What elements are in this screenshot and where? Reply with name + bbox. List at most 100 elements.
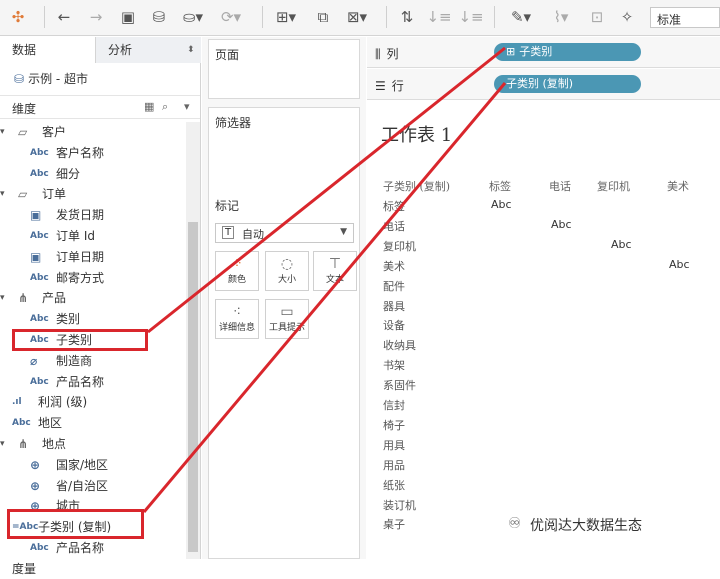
field-label: 客户 (42, 125, 67, 139)
new-sheet-icon[interactable]: ⊞▾ (272, 6, 300, 28)
chevron-down-icon[interactable]: ▾ (0, 434, 5, 454)
rows-pill[interactable]: 子类别 (复制) (494, 75, 641, 93)
datasource-icon: ⛁ (14, 72, 25, 86)
row-header[interactable]: 椅子 (383, 417, 405, 433)
rows-shelf-label: ☰ 行 (375, 77, 404, 94)
datasource-item[interactable]: ⛁ 示例 - 超市 (14, 70, 88, 87)
size-button[interactable]: ◌ 大小 (265, 251, 309, 291)
column-header[interactable]: 标签 (489, 178, 511, 194)
highlight-box-subcategory (12, 329, 148, 351)
row-header[interactable]: 书架 (383, 357, 405, 373)
row-header[interactable]: 用具 (383, 437, 405, 453)
row-header[interactable]: 用品 (383, 457, 405, 473)
dimensions-header: 维度 ▦ ⌕ ▾ (0, 95, 200, 119)
refresh-icon[interactable]: ⟳▾ (216, 6, 246, 28)
expand-icon: ⊞ (506, 45, 516, 58)
columns-shelf-label: ⫼ 列 (375, 45, 399, 62)
abc-icon: Abc (30, 314, 49, 325)
toolbar: ✣ ← → ▣ ⛁ ⛀▾ ⟳▾ ⊞▾ ⧉ ⊠▾ ⇅ ↓≡ ↓≡ ✎▾ ⌇▾ ⊡ … (0, 0, 720, 36)
data-pane-scrollbar[interactable] (186, 122, 200, 559)
pause-icon[interactable]: ⛀▾ (180, 6, 206, 28)
save-icon[interactable]: ▣ (118, 6, 138, 28)
columns-pill[interactable]: ⊞ 子类别 (494, 43, 641, 61)
field-label: 订单 (42, 187, 67, 202)
abc-icon: Abc (30, 168, 49, 179)
scrollbar-thumb[interactable] (188, 222, 198, 552)
tooltip-button[interactable]: ▭ 工具提示 (265, 299, 309, 339)
highlight-icon[interactable]: ✎▾ (506, 6, 536, 28)
field-label: 产品名称 (56, 374, 105, 389)
row-header[interactable]: 美术 (383, 258, 405, 274)
detail-button[interactable]: ⁖ 详细信息 (215, 299, 259, 339)
field-label: 订单日期 (56, 249, 105, 264)
search-icon[interactable]: ⌕ (162, 100, 168, 114)
columns-icon: ⫼ (375, 47, 381, 61)
bin-icon: .ıl (12, 397, 22, 408)
text-button[interactable]: ⊤ 文本 (313, 251, 357, 291)
row-header[interactable]: 标签 (383, 198, 405, 214)
table-cell[interactable]: Abc (551, 218, 572, 231)
duplicate-icon[interactable]: ⧉ (312, 6, 334, 28)
text-icon: ⊤ (328, 256, 342, 272)
abc-icon: Abc (30, 376, 49, 387)
row-header[interactable]: 系固件 (383, 377, 416, 393)
abc-icon: Abc (30, 272, 49, 283)
pin-icon[interactable]: ✧ (616, 6, 638, 28)
dimensions-menu-icon[interactable]: ▾ (184, 100, 190, 113)
sort-asc-icon[interactable]: ↓≡ (426, 6, 451, 28)
column-header[interactable]: 电话 (549, 178, 571, 194)
row-header[interactable]: 纸张 (383, 477, 405, 493)
field-label: 邮寄方式 (56, 270, 105, 285)
rows-shelf[interactable]: ☰ 行 子类别 (复制) (367, 69, 720, 100)
row-header[interactable]: 设备 (383, 317, 405, 333)
column-header[interactable]: 美术 (667, 178, 689, 194)
table-cell[interactable]: Abc (491, 198, 512, 211)
view-toggle-icon[interactable]: ▦ (144, 100, 154, 113)
clear-icon[interactable]: ⊠▾ (342, 6, 372, 28)
mark-type-select[interactable]: T 自动 ▼ (215, 223, 354, 243)
marks-card: 标记 T 自动 ▼ ⁘ 颜色 ◌ 大小 ⊤ 文本 ⁖ 详细信息 ▭ 工具提示 (208, 187, 360, 559)
new-datasource-icon[interactable]: ⛁ (148, 6, 170, 28)
row-header[interactable]: 装订机 (383, 497, 416, 513)
row-header[interactable]: 信封 (383, 397, 405, 413)
field-label: 产品 (42, 291, 67, 306)
tab-menu-icon[interactable]: ⬍ (187, 37, 195, 63)
color-button[interactable]: ⁘ 颜色 (215, 251, 259, 291)
row-header[interactable]: 器具 (383, 298, 405, 314)
rows-field-header[interactable]: 子类别 (复制) (383, 178, 450, 194)
table-cell[interactable]: Abc (669, 258, 690, 271)
group-icon[interactable]: ⌇▾ (546, 6, 576, 28)
forward-icon[interactable]: → (86, 6, 106, 28)
tableau-logo-icon[interactable]: ✣ (8, 6, 28, 28)
fit-select[interactable]: 标准 (650, 7, 720, 28)
dimensions-title: 维度 (12, 102, 37, 116)
label-icon[interactable]: ⊡ (586, 6, 608, 28)
row-header[interactable]: 电话 (383, 218, 405, 234)
field-label: 细分 (56, 166, 81, 181)
data-pane: 数据 分析 ⬍ ⛁ 示例 - 超市 维度 ▦ ⌕ ▾ ▾ ▱ 客户 Abc 客户名称 Abc… (0, 37, 201, 576)
row-header[interactable]: 复印机 (383, 238, 416, 254)
swap-icon[interactable]: ⇅ (396, 6, 418, 28)
columns-shelf[interactable]: ⫼ 列 ⊞ 子类别 (367, 37, 720, 68)
abc-icon: Abc (12, 418, 31, 429)
wechat-icon: ♾ (508, 514, 522, 532)
field-label: 产品名称 (56, 541, 105, 555)
watermark-text: 优阅达大数据生态 (530, 518, 642, 534)
field-label: 省/自治区 (56, 478, 109, 493)
column-header[interactable]: 复印机 (597, 178, 630, 194)
chevron-down-icon[interactable]: ▾ (0, 184, 5, 204)
row-header[interactable]: 桌子 (383, 516, 405, 532)
row-header[interactable]: 配件 (383, 278, 405, 294)
tab-analysis[interactable]: 分析 ⬍ (96, 37, 201, 63)
tab-data[interactable]: 数据 (0, 37, 96, 63)
tooltip-label: 工具提示 (268, 323, 305, 333)
sheet-title: 工作表 1 (381, 125, 453, 146)
chevron-down-icon[interactable]: ▾ (0, 288, 5, 308)
table-cell[interactable]: Abc (611, 238, 632, 251)
pane-tabs: 数据 分析 ⬍ (0, 37, 201, 63)
pages-card[interactable]: 页面 (208, 39, 360, 99)
back-icon[interactable]: ← (54, 6, 74, 28)
chevron-down-icon[interactable]: ▾ (0, 122, 5, 142)
sort-desc-icon[interactable]: ↓≡ (458, 6, 483, 28)
row-header[interactable]: 收纳具 (383, 337, 416, 353)
